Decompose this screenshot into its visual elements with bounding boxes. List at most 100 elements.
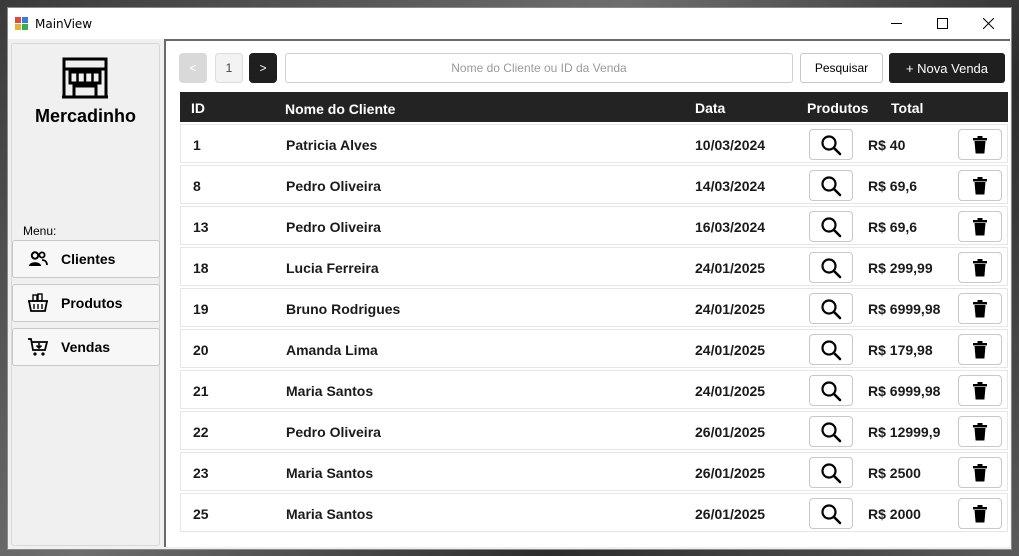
cell-id: 1 <box>193 137 201 153</box>
cell-total: R$ 69,6 <box>868 219 918 235</box>
search-icon <box>821 298 842 319</box>
cell-client: Pedro Oliveira <box>286 219 381 235</box>
search-icon <box>821 175 842 196</box>
delete-sale-button[interactable] <box>958 457 1002 488</box>
cell-id: 13 <box>193 219 209 235</box>
close-button[interactable] <box>965 8 1011 39</box>
search-icon <box>821 257 842 278</box>
view-products-button[interactable] <box>809 498 853 529</box>
header-products: Produtos <box>807 100 869 116</box>
cell-client: Patricia Alves <box>286 137 378 153</box>
trash-icon <box>973 422 987 440</box>
new-sale-button[interactable]: + Nova Venda <box>889 53 1005 83</box>
main-window: MainView Mercadinho Menu: Clientes Produ… <box>7 7 1012 550</box>
cell-client: Maria Santos <box>286 465 374 481</box>
view-products-button[interactable] <box>809 252 853 283</box>
cell-id: 22 <box>193 424 209 440</box>
search-icon <box>821 339 842 360</box>
delete-sale-button[interactable] <box>958 498 1002 529</box>
cell-date: 26/01/2025 <box>695 465 766 481</box>
table-row[interactable]: 25 Maria Santos 26/01/2025 R$ 2000 <box>180 493 1008 532</box>
table-row[interactable]: 8 Pedro Oliveira 14/03/2024 R$ 69,6 <box>180 165 1008 204</box>
store-icon <box>61 56 109 105</box>
search-icon <box>821 216 842 237</box>
next-page-button[interactable]: > <box>249 53 277 83</box>
delete-sale-button[interactable] <box>958 334 1002 365</box>
cell-total: R$ 12999,9 <box>868 424 941 440</box>
view-products-button[interactable] <box>809 293 853 324</box>
cell-total: R$ 6999,98 <box>868 383 941 399</box>
delete-sale-button[interactable] <box>958 129 1002 160</box>
delete-sale-button[interactable] <box>958 375 1002 406</box>
cell-date: 26/01/2025 <box>695 424 766 440</box>
maximize-button[interactable] <box>919 8 965 39</box>
delete-sale-button[interactable] <box>958 293 1002 324</box>
table-row[interactable]: 21 Maria Santos 24/01/2025 R$ 6999,98 <box>180 370 1008 409</box>
brand-title: Mercadinho <box>34 106 136 126</box>
search-icon <box>821 503 842 524</box>
minimize-button[interactable] <box>873 8 919 39</box>
search-icon <box>821 462 842 483</box>
cell-client: Pedro Oliveira <box>286 424 381 440</box>
view-products-button[interactable] <box>809 457 853 488</box>
delete-sale-button[interactable] <box>958 416 1002 447</box>
delete-sale-button[interactable] <box>958 211 1002 242</box>
header-id: ID <box>191 100 205 116</box>
view-products-button[interactable] <box>809 375 853 406</box>
sidebar: Mercadinho Menu: Clientes Produtos Venda… <box>11 43 160 546</box>
table-row[interactable]: 1 Patricia Alves 10/03/2024 R$ 40 <box>180 124 1008 163</box>
app-icon <box>15 16 29 31</box>
cell-total: R$ 69,6 <box>868 178 918 194</box>
sidebar-item-label: Vendas <box>61 339 111 355</box>
sidebar-item-produtos[interactable]: Produtos <box>12 284 160 322</box>
cell-total: R$ 179,98 <box>868 342 933 358</box>
cell-id: 8 <box>193 178 201 194</box>
cell-total: R$ 2000 <box>868 506 921 522</box>
search-button[interactable]: Pesquisar <box>800 53 883 83</box>
view-products-button[interactable] <box>809 334 853 365</box>
trash-icon <box>973 299 987 317</box>
maximize-icon <box>936 18 948 29</box>
search-icon <box>821 380 842 401</box>
trash-icon <box>973 258 987 276</box>
table-row[interactable]: 18 Lucia Ferreira 24/01/2025 R$ 299,99 <box>180 247 1008 286</box>
delete-sale-button[interactable] <box>958 252 1002 283</box>
cell-date: 24/01/2025 <box>695 260 766 276</box>
search-icon <box>821 421 842 442</box>
trash-icon <box>973 463 987 481</box>
cell-date: 16/03/2024 <box>695 219 766 235</box>
sidebar-item-label: Produtos <box>61 295 123 311</box>
table-row[interactable]: 23 Maria Santos 26/01/2025 R$ 2500 <box>180 452 1008 491</box>
delete-sale-button[interactable] <box>958 170 1002 201</box>
cell-id: 18 <box>193 260 209 276</box>
cell-client: Lucia Ferreira <box>286 260 379 276</box>
sidebar-item-clientes[interactable]: Clientes <box>12 240 160 278</box>
table-row[interactable]: 20 Amanda Lima 24/01/2025 R$ 179,98 <box>180 329 1008 368</box>
sidebar-item-vendas[interactable]: Vendas <box>12 328 160 366</box>
search-input[interactable] <box>285 53 793 83</box>
trash-icon <box>973 504 987 522</box>
minimize-icon <box>890 23 902 24</box>
cell-total: R$ 40 <box>868 137 906 153</box>
table-row[interactable]: 19 Bruno Rodrigues 24/01/2025 R$ 6999,98 <box>180 288 1008 327</box>
cell-date: 24/01/2025 <box>695 301 766 317</box>
cell-date: 24/01/2025 <box>695 342 766 358</box>
view-products-button[interactable] <box>809 211 853 242</box>
view-products-button[interactable] <box>809 416 853 447</box>
sidebar-item-label: Clientes <box>61 251 116 267</box>
table-row[interactable]: 13 Pedro Oliveira 16/03/2024 R$ 69,6 <box>180 206 1008 245</box>
view-products-button[interactable] <box>809 129 853 160</box>
cart-icon <box>25 337 51 357</box>
cell-id: 20 <box>193 342 209 358</box>
trash-icon <box>973 135 987 153</box>
header-total: Total <box>891 100 924 116</box>
search-icon <box>821 134 842 155</box>
view-products-button[interactable] <box>809 170 853 201</box>
table-header: ID Nome do Cliente Data Produtos Total <box>180 92 1008 122</box>
cell-client: Amanda Lima <box>286 342 378 358</box>
cell-date: 14/03/2024 <box>695 178 766 194</box>
title-bar: MainView <box>8 8 1011 39</box>
users-icon <box>25 251 51 267</box>
prev-page-button[interactable]: < <box>179 53 207 83</box>
table-row[interactable]: 22 Pedro Oliveira 26/01/2025 R$ 12999,9 <box>180 411 1008 450</box>
